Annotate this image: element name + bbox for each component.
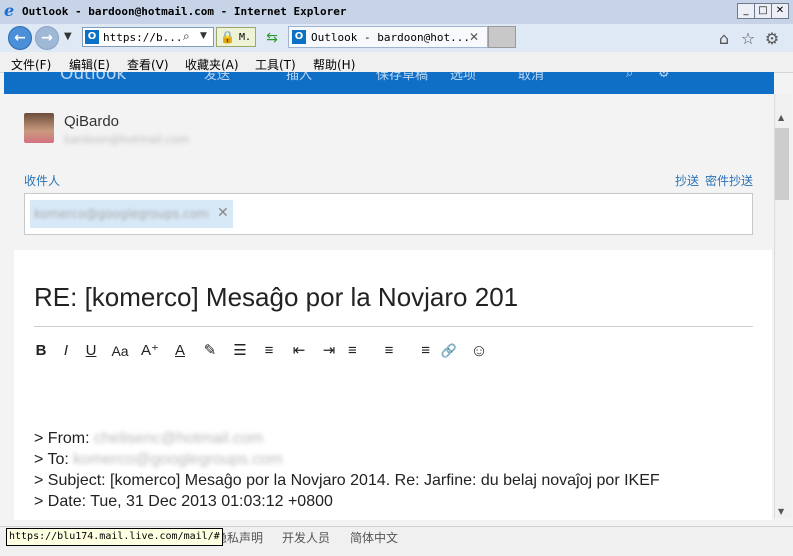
- remove-recipient-icon[interactable]: ✕: [217, 205, 229, 221]
- outlook-command-bar: Outlook 发送 插入 保存草稿 选项 取消 ⌕ ⚙: [4, 72, 774, 94]
- settings-gear-icon[interactable]: ⚙: [763, 30, 781, 48]
- quote-from-line: > From: chelisenc@hotmail.com: [34, 430, 263, 448]
- font-size-button[interactable]: A⁺: [139, 341, 161, 361]
- address-text: https://b...: [103, 31, 183, 44]
- to-label[interactable]: 收件人: [24, 172, 60, 189]
- history-dropdown-icon[interactable]: ▼: [64, 31, 72, 42]
- from-email: bardoon@hotmail.com: [64, 133, 190, 146]
- align-left-button[interactable]: ≡: [348, 341, 370, 361]
- footer-language-link[interactable]: 简体中文: [350, 529, 398, 546]
- security-badge[interactable]: 🔒 M.: [216, 27, 256, 47]
- recipient-address: komerco@googlegroups.com: [34, 207, 209, 221]
- quote-to-line: > To: komerco@googlegroups.com: [34, 451, 283, 469]
- avatar: [24, 113, 54, 143]
- back-button[interactable]: ←: [8, 26, 32, 50]
- insert-button[interactable]: 插入: [286, 72, 312, 83]
- cc-link[interactable]: 抄送: [675, 172, 699, 189]
- options-button[interactable]: 选项: [450, 72, 476, 83]
- italic-button[interactable]: I: [55, 341, 77, 361]
- menu-tools[interactable]: 工具(T): [255, 56, 296, 73]
- menu-file[interactable]: 文件(F): [11, 56, 51, 73]
- menu-help[interactable]: 帮助(H): [313, 56, 355, 73]
- bold-button[interactable]: B: [30, 341, 52, 361]
- security-text: M.: [239, 32, 252, 43]
- tab-title: Outlook - bardoon@hot...: [311, 31, 470, 44]
- outlook-tab-icon: O: [292, 30, 306, 44]
- address-bar[interactable]: O https://b... ⌕ ▼: [82, 27, 214, 47]
- quote-subject-line: > Subject: [komerco] Mesaĝo por la Novja…: [34, 472, 660, 489]
- forward-button[interactable]: →: [35, 26, 59, 50]
- send-button[interactable]: 发送: [204, 72, 230, 83]
- tab-close-icon[interactable]: ✕: [469, 30, 479, 44]
- bcc-link[interactable]: 密件抄送: [705, 172, 753, 189]
- ie-logo-icon: e: [4, 1, 15, 20]
- scroll-down-icon[interactable]: ▼: [778, 507, 784, 516]
- status-url: https://blu174.mail.live.com/mail/#: [6, 528, 223, 546]
- quote-to-prefix: > To:: [34, 451, 74, 468]
- close-window-button[interactable]: ✕: [771, 3, 789, 19]
- bullet-list-button[interactable]: ≡: [258, 341, 280, 361]
- subject-divider: [34, 326, 753, 327]
- favorites-star-icon[interactable]: ☆: [739, 30, 757, 48]
- cancel-button[interactable]: 取消: [518, 72, 544, 83]
- decrease-indent-button[interactable]: ⇤: [288, 341, 310, 361]
- quote-date-line: > Date: Tue, 31 Dec 2013 01:03:12 +0800: [34, 493, 333, 510]
- lock-icon: 🔒: [220, 30, 235, 44]
- underline-button[interactable]: U: [80, 341, 102, 361]
- settings-gear-icon[interactable]: ⚙: [658, 72, 670, 81]
- tab-outlook[interactable]: O Outlook - bardoon@hot... ✕: [288, 26, 488, 48]
- home-icon[interactable]: ⌂: [715, 30, 733, 48]
- scroll-up-icon[interactable]: ▲: [778, 113, 784, 122]
- link-button[interactable]: 🔗: [438, 341, 460, 361]
- from-name: QiBardo: [64, 113, 120, 130]
- search-icon[interactable]: ⌕: [626, 72, 633, 81]
- highlight-button[interactable]: ✎: [199, 341, 221, 361]
- menu-favorites[interactable]: 收藏夹(A): [185, 56, 239, 73]
- scrollbar-thumb[interactable]: [775, 128, 789, 200]
- subject-field[interactable]: RE: [komerco] Mesaĝo por la Novjaro 201: [34, 282, 518, 313]
- quote-from-value: chelisenc@hotmail.com: [94, 430, 264, 447]
- search-icon[interactable]: ⌕: [183, 29, 190, 44]
- menu-edit[interactable]: 编辑(E): [69, 56, 110, 73]
- quote-from-prefix: > From:: [34, 430, 95, 447]
- new-tab-button[interactable]: [488, 26, 516, 48]
- footer-developers-link[interactable]: 开发人员: [282, 529, 330, 546]
- increase-indent-button[interactable]: ⇥: [318, 341, 340, 361]
- align-right-button[interactable]: ≡: [408, 341, 430, 361]
- maximize-button[interactable]: □: [754, 3, 772, 19]
- font-color-button[interactable]: A: [169, 341, 191, 361]
- address-dropdown-icon[interactable]: ▼: [200, 31, 207, 41]
- minimize-button[interactable]: _: [737, 3, 755, 19]
- menu-view[interactable]: 查看(V): [127, 56, 169, 73]
- window-title: Outlook - bardoon@hotmail.com - Internet…: [22, 5, 347, 18]
- align-center-button[interactable]: ≡: [378, 341, 400, 361]
- outlook-brand[interactable]: Outlook: [60, 72, 126, 84]
- menu-bar: [0, 52, 793, 73]
- numbered-list-button[interactable]: ☰: [229, 341, 251, 361]
- outlook-favicon-icon: O: [85, 30, 99, 44]
- refresh-icon[interactable]: ⇆: [262, 30, 282, 48]
- quote-to-value: komerco@googlegroups.com: [73, 451, 283, 468]
- font-button[interactable]: Aa: [109, 341, 131, 361]
- emoji-button[interactable]: ☺: [468, 341, 490, 361]
- save-draft-button[interactable]: 保存草稿: [376, 72, 428, 83]
